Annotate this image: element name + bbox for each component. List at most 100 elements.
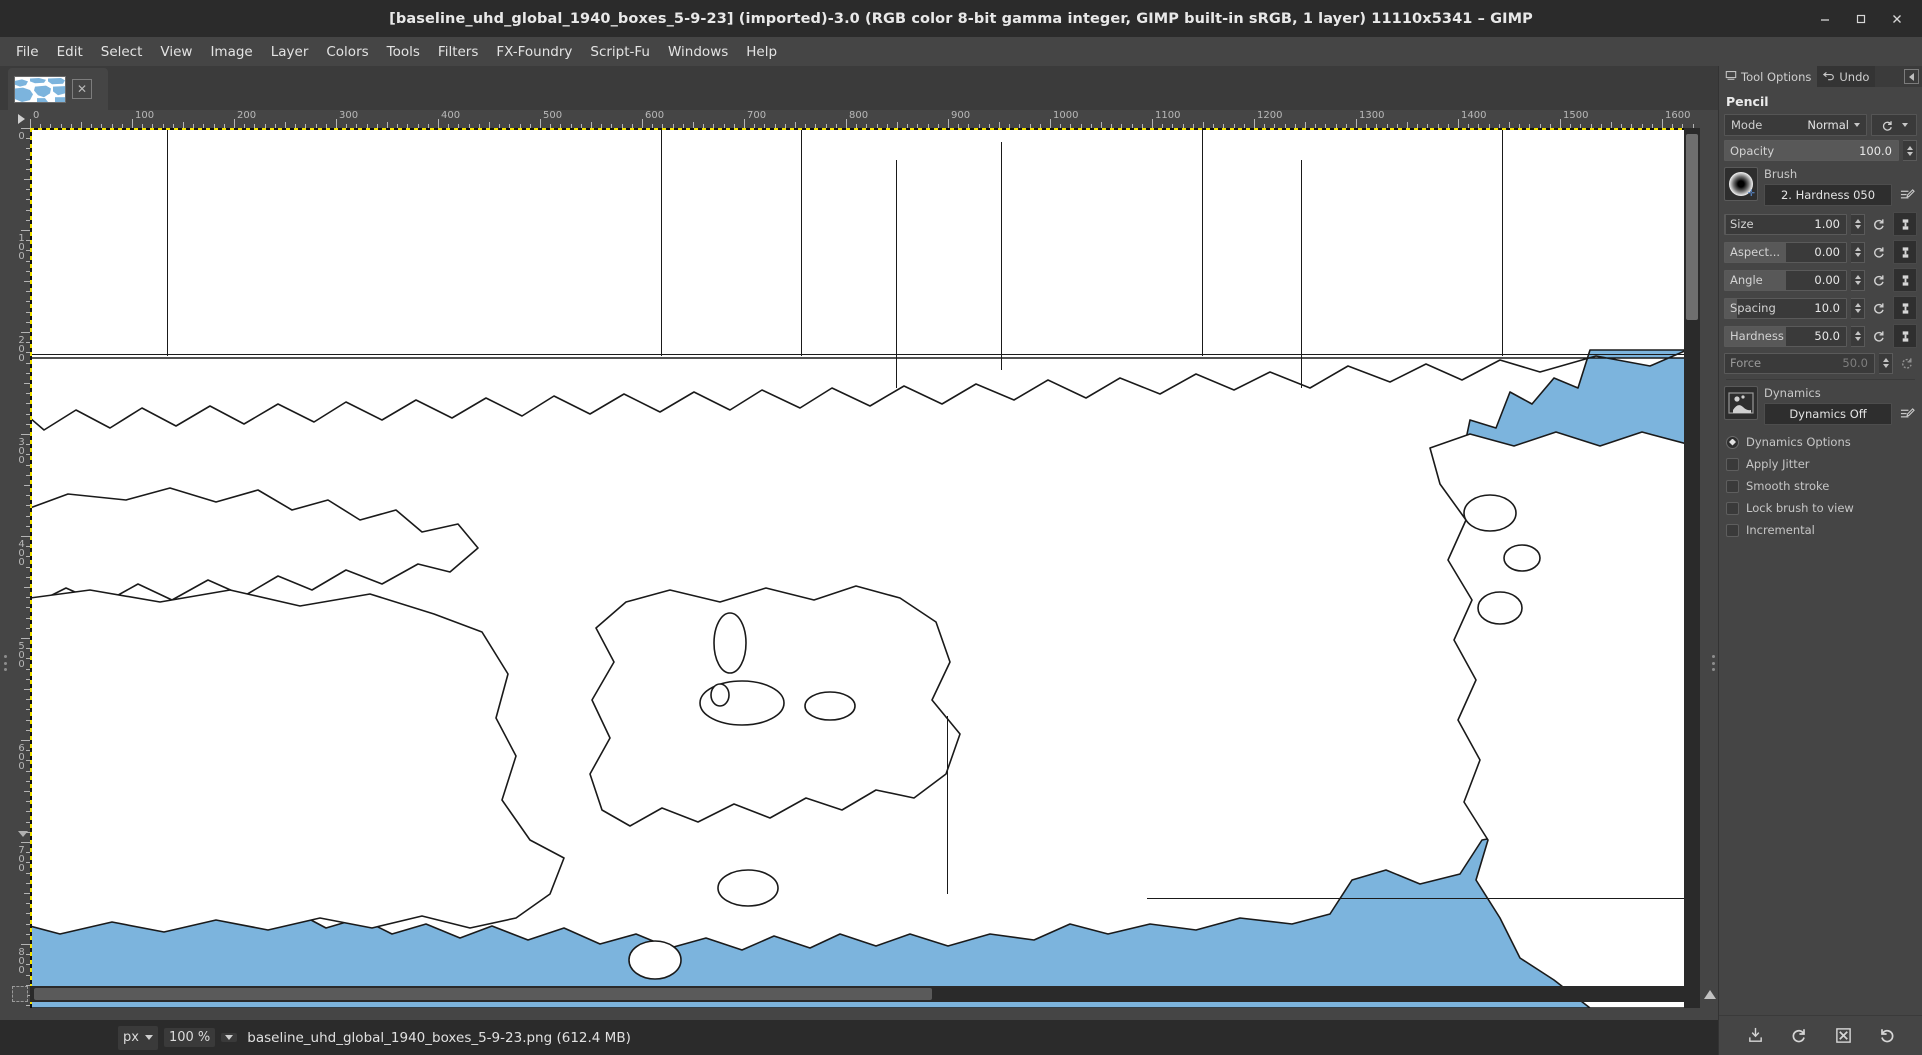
navigation-preview-button[interactable]	[1702, 986, 1718, 1002]
size-row: Size 1.00	[1724, 212, 1917, 236]
zoom-dropdown-button[interactable]	[221, 1033, 238, 1042]
left-dock-grip[interactable]	[3, 655, 8, 671]
mode-combo[interactable]: Mode Normal	[1724, 114, 1867, 136]
angle-lock-button[interactable]	[1893, 268, 1917, 292]
menu-help[interactable]: Help	[737, 40, 786, 64]
menu-fx-foundry[interactable]: FX-Foundry	[487, 40, 581, 64]
guide-line	[801, 128, 802, 356]
save-tool-preset-icon	[1748, 1027, 1762, 1042]
opacity-slider[interactable]: Opacity 100.0	[1724, 140, 1899, 161]
menu-filters[interactable]: Filters	[429, 40, 487, 64]
quick-mask-toggle-button[interactable]	[12, 986, 28, 1002]
ruler-label: 800	[16, 947, 27, 974]
tab-undo-history-label: Undo	[1839, 69, 1870, 84]
close-image-tab-button[interactable]: ✕	[72, 79, 92, 99]
smooth-stroke-label: Smooth stroke	[1746, 479, 1830, 493]
hardness-reset-icon[interactable]	[1869, 325, 1889, 347]
spacing-stepper[interactable]	[1851, 297, 1865, 319]
aspect-stepper[interactable]	[1851, 241, 1865, 263]
angle-stepper[interactable]	[1851, 269, 1865, 291]
size-value: 1.00	[1814, 217, 1840, 231]
image-tab[interactable]: ✕	[8, 68, 108, 110]
horizontal-scrollbar[interactable]	[30, 986, 1700, 1002]
checkbox-icon	[1726, 457, 1739, 471]
menu-windows[interactable]: Windows	[659, 40, 737, 64]
menu-edit[interactable]: Edit	[48, 40, 92, 64]
ruler-major-tick	[21, 332, 30, 333]
aspect-slider[interactable]: Aspect... 0.00	[1724, 241, 1847, 263]
canvas-viewport[interactable]	[30, 128, 1700, 1008]
brush-name[interactable]: 2. Hardness 050	[1764, 184, 1892, 206]
dynamics-preview-icon[interactable]	[1724, 386, 1758, 420]
angle-row: Angle 0.00	[1724, 268, 1917, 292]
size-slider[interactable]: Size 1.00	[1724, 213, 1847, 235]
maximize-button[interactable]	[1844, 4, 1878, 34]
size-stepper[interactable]	[1851, 213, 1865, 235]
ruler-major-tick	[744, 119, 745, 128]
menu-tools[interactable]: Tools	[378, 40, 429, 64]
brush-preview[interactable]: ✛	[1724, 167, 1758, 201]
opacity-stepper[interactable]	[1903, 140, 1917, 161]
restore-options-button[interactable]	[1786, 1024, 1812, 1048]
force-reset-icon	[1897, 352, 1917, 374]
image-canvas[interactable]	[30, 128, 1687, 1008]
angle-reset-icon[interactable]	[1869, 269, 1889, 291]
spacing-reset-icon[interactable]	[1869, 297, 1889, 319]
ruler-major-tick	[846, 119, 847, 128]
incremental-checkbox[interactable]: Incremental	[1724, 519, 1917, 541]
minimize-button[interactable]	[1808, 4, 1842, 34]
hardness-stepper[interactable]	[1851, 325, 1865, 347]
tool-options-footer	[1719, 1015, 1922, 1055]
dock-menu-icon[interactable]	[1904, 69, 1919, 84]
aspect-value: 0.00	[1814, 245, 1840, 259]
menu-script-fu[interactable]: Script-Fu	[581, 40, 659, 64]
aspect-reset-icon[interactable]	[1869, 241, 1889, 263]
menu-file[interactable]: File	[7, 40, 48, 64]
ruler-label: 700	[747, 110, 767, 121]
ruler-label: 500	[16, 641, 27, 668]
vertical-scrollbar-thumb[interactable]	[1686, 134, 1698, 320]
spacing-lock-button[interactable]	[1893, 296, 1917, 320]
tab-undo-history[interactable]: Undo	[1817, 66, 1876, 87]
menu-view[interactable]: View	[151, 40, 201, 64]
horizontal-ruler[interactable]: 0 100 200 300 400 500 600 700 800 900 1000 1100 1200…	[30, 110, 1700, 128]
horizontal-box-line	[1147, 898, 1687, 899]
menu-layer[interactable]: Layer	[262, 40, 318, 64]
vertical-scrollbar[interactable]	[1684, 128, 1700, 1008]
right-dock-grip[interactable]	[1711, 655, 1716, 671]
horizontal-scrollbar-thumb[interactable]	[34, 988, 932, 1000]
dynamics-name[interactable]: Dynamics Off	[1764, 403, 1892, 425]
size-lock-button[interactable]	[1893, 212, 1917, 236]
dynamics-options-expander[interactable]: Dynamics Options	[1724, 431, 1917, 453]
close-button[interactable]	[1880, 4, 1914, 34]
delete-options-button[interactable]	[1830, 1024, 1856, 1048]
lock-brush-to-view-checkbox[interactable]: Lock brush to view	[1724, 497, 1917, 519]
ruler-major-tick	[21, 842, 30, 843]
menu-image[interactable]: Image	[201, 40, 261, 64]
smooth-stroke-checkbox[interactable]: Smooth stroke	[1724, 475, 1917, 497]
hardness-lock-button[interactable]	[1893, 324, 1917, 348]
menu-select[interactable]: Select	[92, 40, 152, 64]
angle-slider[interactable]: Angle 0.00	[1724, 269, 1847, 291]
ruler-major-tick	[1254, 119, 1255, 128]
brush-row: ✛ Brush 2. Hardness 050	[1724, 167, 1917, 206]
mode-reset-button[interactable]	[1871, 114, 1917, 136]
edit-brush-icon[interactable]	[1897, 184, 1917, 206]
edit-dynamics-icon[interactable]	[1897, 403, 1917, 425]
vertical-ruler[interactable]: 0 100 200 300 400 500 600 700 800	[12, 128, 30, 1008]
tab-tool-options[interactable]: Tool Options	[1719, 66, 1818, 87]
size-reset-icon[interactable]	[1869, 213, 1889, 235]
ruler-label: 800	[849, 110, 869, 121]
zoom-value[interactable]: 100 %	[163, 1028, 216, 1047]
save-options-button[interactable]	[1742, 1024, 1768, 1048]
reset-options-button[interactable]	[1874, 1024, 1900, 1048]
expander-icon	[1726, 435, 1739, 449]
image-tab-strip: ✕	[0, 66, 1718, 110]
apply-jitter-checkbox[interactable]: Apply Jitter	[1724, 453, 1917, 475]
spacing-slider[interactable]: Spacing 10.0	[1724, 297, 1847, 319]
ruler-origin-button[interactable]	[12, 110, 30, 128]
hardness-slider[interactable]: Hardness 50.0	[1724, 325, 1847, 347]
menu-colors[interactable]: Colors	[317, 40, 377, 64]
unit-selector[interactable]: px	[118, 1025, 158, 1050]
aspect-lock-button[interactable]	[1893, 240, 1917, 264]
